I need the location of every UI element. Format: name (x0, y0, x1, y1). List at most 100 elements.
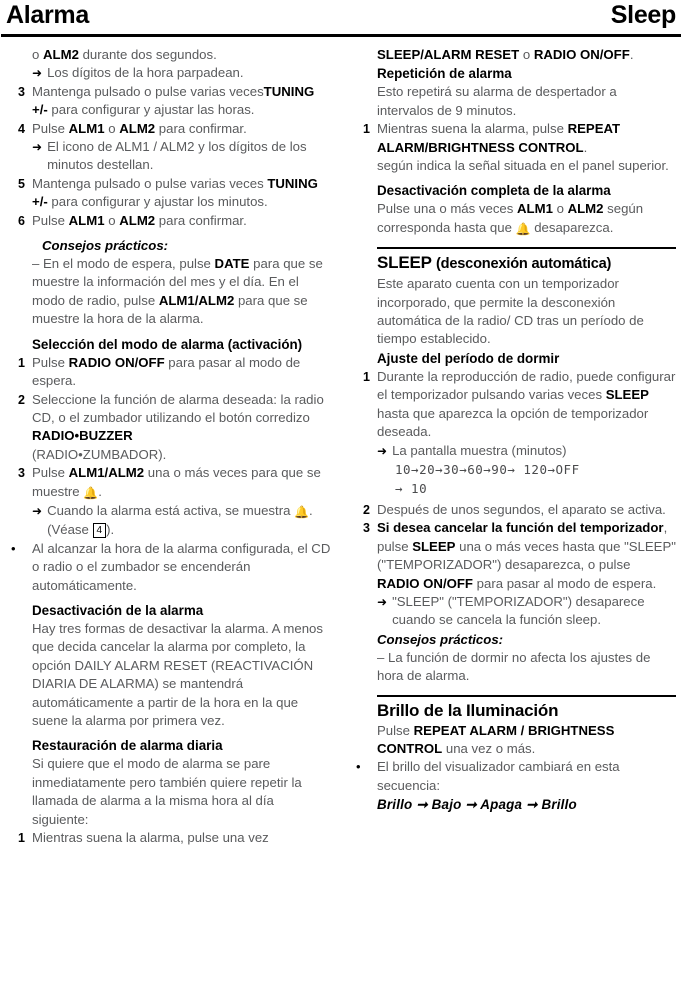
bell-icon: 🔔 (515, 221, 531, 236)
text-segment: Pulse (32, 212, 69, 228)
bold-term: ALM1 (517, 201, 553, 217)
tips-block: Consejos prácticos: – En el modo de espe… (6, 236, 331, 329)
text-segment: Pulse (32, 120, 69, 136)
list-marker: 2 (18, 392, 25, 407)
paragraph-text: según indica la señal situada en el pane… (377, 158, 669, 174)
arrow-note-body: ➜ Cuando la alarma está activa, se muest… (32, 502, 331, 540)
section-heading-repeticion: Repetición de alarma (351, 64, 676, 83)
section-divider (377, 694, 676, 697)
bold-term: ALM2 (119, 212, 156, 228)
text-segment: o (104, 212, 120, 228)
list-item-ajuste-2: 2 Después de unos segundos, el aparato s… (351, 501, 676, 519)
arrow-right-icon: ➜ (377, 594, 388, 609)
heading-text: Repetición de alarma (377, 66, 512, 82)
list-item-step-4: 4 Pulse ALM1 o ALM2 para confirmar. (6, 120, 331, 138)
text-segment: . (98, 483, 102, 499)
heading-text: Ajuste del período de dormir (377, 350, 560, 366)
list-marker: 1 (18, 831, 25, 846)
arrow-note-text: La pantalla muestra (minutos) (392, 442, 567, 458)
text-segment: para pasar al modo de espera. (472, 575, 657, 591)
text-segment: durante dos segundos. (78, 47, 217, 62)
paragraph-text: Pulse una o más veces ALM1 o ALM2 según … (377, 200, 676, 238)
tips-body: Consejos prácticos: – En el modo de espe… (32, 236, 331, 329)
section-heading-restauracion: Restauración de alarma diaria (6, 736, 331, 755)
bold-term: RADIO ON/OFF (377, 575, 473, 591)
section-heading-ajuste: Ajuste del período de dormir (351, 349, 676, 368)
step-5-text: Mantenga pulsado o pulse varias veces TU… (32, 175, 331, 212)
tips-title: Consejos prácticos: (42, 238, 169, 254)
rest-step-1-text: Mientras suena la alarma, pulse una vez (32, 830, 269, 846)
text-segment: Cuando la alarma está activa, se muestra (47, 502, 295, 518)
list-marker: 5 (18, 176, 25, 191)
bold-term: ALM2 (119, 120, 156, 136)
sel-step-1-text: Pulse RADIO ON/OFF para pasar al modo de… (32, 354, 331, 391)
bullet-text: El brillo del visualizador cambiará en e… (377, 758, 676, 815)
paragraph-sleep: Este aparato cuenta con un temporizador … (351, 275, 676, 349)
paragraph-text: Este aparato cuenta con un temporizador … (377, 276, 644, 347)
list-item-ajuste-3: 3 Si desea cancelar la función del tempo… (351, 519, 676, 593)
list-marker: 3 (18, 84, 25, 99)
list-item-sel-3: 3 Pulse ALM1/ALM2 una o más veces para q… (6, 464, 331, 502)
bold-term: ALM2 (43, 47, 79, 62)
list-item-step-6: 6 Pulse ALM1 o ALM2 para confirmar. (6, 212, 331, 230)
ajuste-step-3-text: Si desea cancelar la función del tempori… (377, 519, 676, 593)
arrow-note: ➜ La pantalla muestra (minutos) 10→20→30… (351, 442, 676, 498)
list-item-step-3: 3 Mantenga pulsado o pulse varias vecesT… (6, 83, 331, 120)
paragraph-repeticion: Esto repetirá su alarma de despertador a… (351, 83, 676, 120)
paragraph-text: Si quiere que el modo de alarma se pare … (32, 756, 302, 827)
list-item-rep-1: 1 Mientras suena la alarma, pulse REPEAT… (351, 120, 676, 157)
paragraph-brillo: Pulse REPEAT ALARM / BRIGHTNESS CONTROL … (351, 722, 676, 759)
arrow-note-text: El icono de ALM1 / ALM2 y los dígitos de… (47, 139, 307, 173)
paragraph-restauracion: Si quiere que el modo de alarma se pare … (6, 755, 331, 829)
arrow-note: ➜ Cuando la alarma está activa, se muest… (6, 502, 331, 540)
paragraph-desactivacion: Hay tres formas de desactivar la alarma.… (6, 620, 331, 730)
bold-term: SLEEP (412, 538, 456, 554)
list-item-step-5: 5 Mantenga pulsado o pulse varias veces … (6, 175, 331, 212)
brightness-sequence: Brillo ➞ Bajo ➞ Apaga ➞ Brillo (377, 797, 577, 813)
arrow-note-body: ➜ Los dígitos de la hora parpadean. (32, 64, 331, 82)
bold-term: RADIO ON/OFF (533, 47, 630, 62)
text-segment: Mientras suena la alarma, pulse (377, 121, 568, 137)
list-marker: 1 (18, 355, 25, 370)
sel-step-2-text: Seleccione la función de alarma deseada:… (32, 391, 331, 465)
bold-term: ALM2 (567, 201, 604, 217)
list-item-sel-1: 1 Pulse RADIO ON/OFF para pasar al modo … (6, 354, 331, 391)
heading-text: Brillo de la Iluminación (377, 700, 559, 720)
right-column: SLEEP/ALARM RESET o RADIO ON/OFF. Repeti… (341, 46, 682, 847)
arrow-right-icon: ➜ (377, 443, 388, 458)
paragraph-text: Esto repetirá su alarma de despertador a… (377, 84, 617, 118)
arrow-right-icon: ➜ (32, 503, 43, 518)
paragraph-desact-completa: Pulse una o más veces ALM1 o ALM2 según … (351, 200, 676, 238)
continuation-item: o ALM2 durante dos segundos. (6, 46, 331, 64)
bold-term: ALM1/ALM2 (158, 292, 235, 308)
bold-term: SLEEP/ALARM RESET (377, 47, 520, 62)
tips-text: – En el modo de espera, pulse DATE para … (32, 255, 331, 329)
continuation-text: SLEEP/ALARM RESET o RADIO ON/OFF. (377, 46, 676, 64)
text-segment: o (519, 47, 534, 62)
list-marker: 1 (363, 122, 370, 137)
arrow-note-body: ➜ "SLEEP" ("TEMPORIZADOR") desaparece cu… (377, 593, 676, 630)
heading-text: Restauración de alarma diaria (32, 738, 223, 754)
heading-text: Selección del modo de alarma (activación… (32, 336, 303, 352)
text-segment: . (629, 47, 634, 62)
bold-term: Si desea cancelar la función del tempori… (377, 520, 664, 536)
arrow-right-icon: ➜ (32, 140, 43, 155)
tips-body: Consejos prácticos: – La función de dorm… (377, 630, 676, 686)
left-column: o ALM2 durante dos segundos. ➜ Los dígit… (0, 46, 341, 847)
paragraph-text: Hay tres formas de desactivar la alarma.… (32, 620, 323, 728)
bold-term: DATE (214, 256, 250, 272)
text-segment: ). (106, 522, 115, 538)
continuation-text: o ALM2 durante dos segundos. (32, 46, 331, 64)
section-heading-seleccion: Selección del modo de alarma (activación… (6, 335, 331, 354)
text-segment: o (552, 201, 568, 217)
section-heading-desact-completa: Desactivación completa de la alarma (351, 181, 676, 200)
tips-text: – La función de dormir no afecta los aju… (377, 649, 651, 684)
bell-icon: 🔔 (83, 485, 99, 500)
arrow-note-text: Cuando la alarma está activa, se muestra… (47, 502, 331, 540)
section-heading-sleep: SLEEP (desconexión automática) (351, 252, 676, 275)
tips-block-right: Consejos prácticos: – La función de dorm… (351, 630, 676, 686)
step-4-text: Pulse ALM1 o ALM2 para confirmar. (32, 120, 331, 138)
bold-term: ALM1 (68, 212, 105, 228)
rep-step-1-text: Mientras suena la alarma, pulse REPEAT A… (377, 120, 676, 157)
text-segment: (RADIO•ZUMBADOR). (32, 446, 167, 462)
